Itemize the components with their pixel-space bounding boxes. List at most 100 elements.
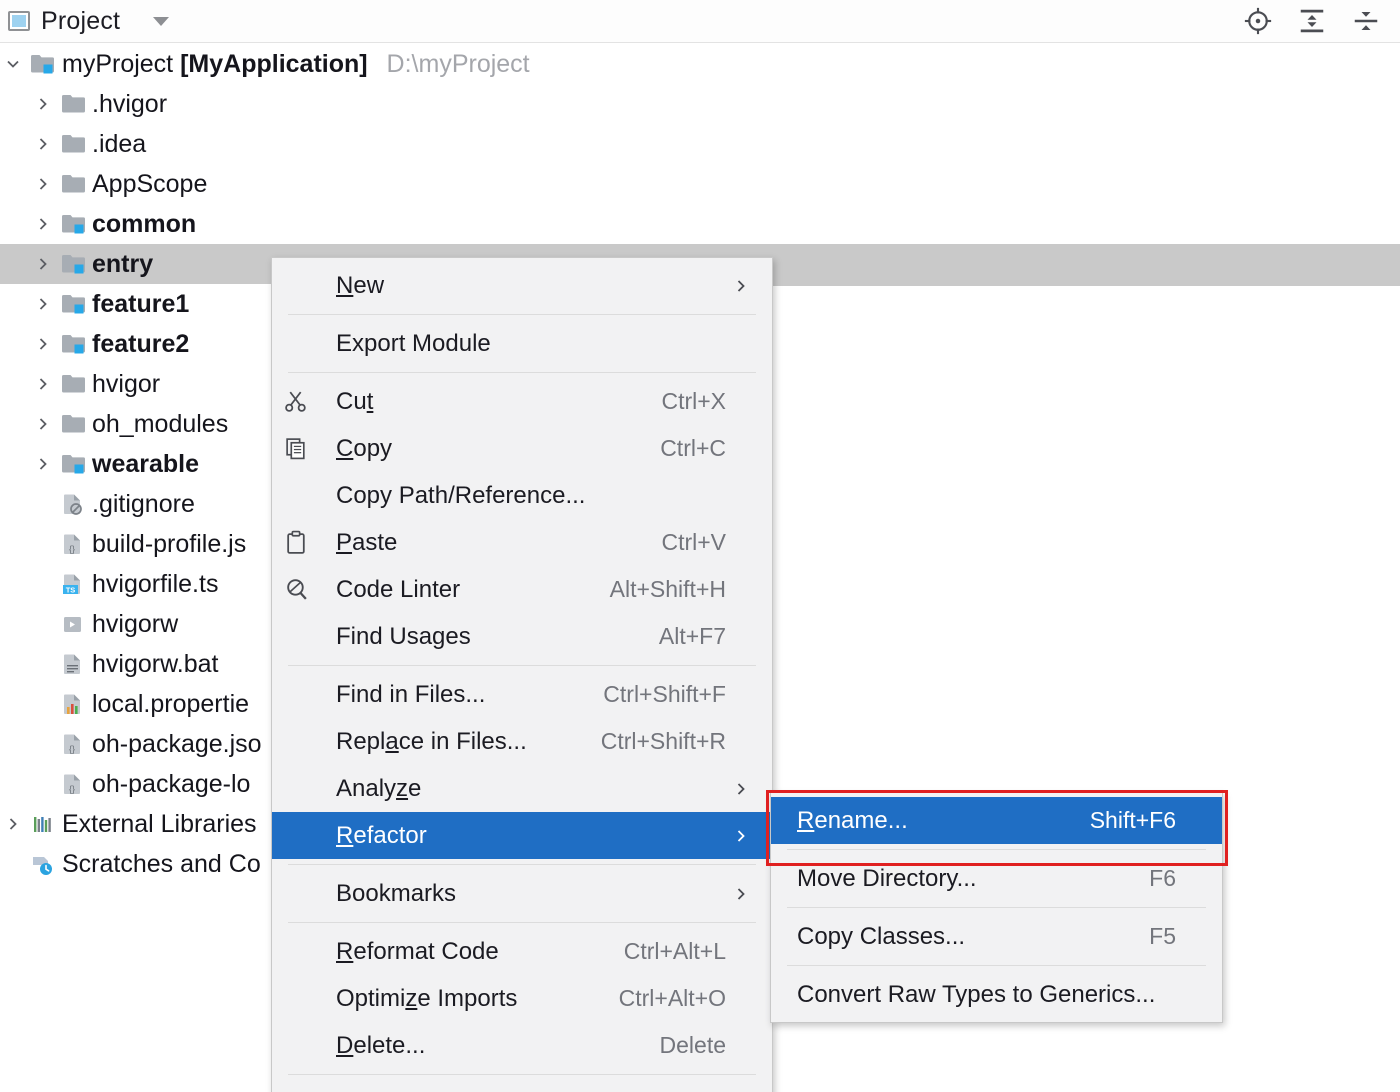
typescript-file-icon: TS xyxy=(56,573,90,596)
tree-root-label: myProject [MyApplication] D:\myProject xyxy=(60,50,530,79)
menu-item[interactable]: Reformat CodeCtrl+Alt+L xyxy=(272,928,772,975)
chevron-expanded-icon[interactable] xyxy=(0,56,26,72)
chevron-right-icon[interactable] xyxy=(30,376,56,392)
tree-row-root[interactable]: myProject [MyApplication] D:\myProject xyxy=(0,44,1400,84)
folder-icon xyxy=(56,373,90,396)
tree-item-label: hvigorfile.ts xyxy=(90,570,218,599)
tree-item-label: hvigorw xyxy=(90,610,178,639)
shell-script-file-icon xyxy=(56,613,90,636)
tree-row[interactable]: .idea xyxy=(0,124,1400,164)
chevron-right-icon[interactable] xyxy=(30,136,56,152)
tree-item-label: oh-package-lo xyxy=(90,770,250,799)
menu-item[interactable]: Convert Raw Types to Generics... xyxy=(771,971,1222,1018)
menu-separator xyxy=(787,965,1206,966)
module-folder-icon xyxy=(56,453,90,476)
menu-item[interactable]: Replace in Files...Ctrl+Shift+R xyxy=(272,718,772,765)
chevron-right-icon[interactable] xyxy=(30,296,56,312)
tree-row[interactable]: common xyxy=(0,204,1400,244)
menu-item[interactable]: Copy Classes...F5 xyxy=(771,913,1222,960)
chevron-right-icon[interactable] xyxy=(0,816,26,832)
menu-item-label: Delete... xyxy=(320,1032,634,1060)
menu-item[interactable]: Delete...Delete xyxy=(272,1022,772,1069)
chevron-right-icon[interactable] xyxy=(30,336,56,352)
menu-item[interactable]: PasteCtrl+V xyxy=(272,519,772,566)
paste-icon xyxy=(272,530,320,555)
expand-all-icon[interactable] xyxy=(1296,5,1328,37)
menu-separator xyxy=(288,864,756,865)
copy-icon xyxy=(272,436,320,461)
menu-item-label: Code Linter xyxy=(320,576,584,604)
tree-item-label: hvigor xyxy=(90,370,160,399)
tree-item-label: .gitignore xyxy=(90,490,195,519)
chevron-right-icon[interactable] xyxy=(30,456,56,472)
scratches-icon xyxy=(26,853,60,876)
menu-item-shortcut: Alt+Shift+H xyxy=(584,576,726,603)
menu-item-label: Find Usages xyxy=(320,623,633,651)
menu-item[interactable]: Move Directory...F6 xyxy=(771,855,1222,902)
menu-item[interactable]: Analyze xyxy=(272,765,772,812)
chevron-down-icon[interactable] xyxy=(153,17,169,26)
menu-item-label: Paste xyxy=(320,529,635,557)
module-folder-icon xyxy=(56,253,90,276)
submenu-arrow-icon xyxy=(726,828,756,844)
menu-item-label: Copy Path/Reference... xyxy=(320,482,726,510)
menu-item-label: Cut xyxy=(320,388,635,416)
tree-row[interactable]: AppScope xyxy=(0,164,1400,204)
tree-item-label: AppScope xyxy=(90,170,207,199)
menu-item-label: Bookmarks xyxy=(320,880,726,908)
menu-item-label: Copy xyxy=(320,435,634,463)
menu-item-shortcut: Alt+F7 xyxy=(633,623,726,650)
menu-item[interactable]: Refactor xyxy=(272,812,772,859)
tool-window-header: Project xyxy=(0,0,1400,43)
menu-item[interactable]: Find UsagesAlt+F7 xyxy=(272,613,772,660)
chevron-right-icon[interactable] xyxy=(30,416,56,432)
menu-item-label: Convert Raw Types to Generics... xyxy=(771,981,1176,1009)
collapse-all-icon[interactable] xyxy=(1350,5,1382,37)
menu-item[interactable]: New xyxy=(272,262,772,309)
tree-item-label: Scratches and Co xyxy=(60,850,261,879)
text-file-icon xyxy=(56,653,90,676)
menu-item[interactable]: CopyCtrl+C xyxy=(272,425,772,472)
menu-item[interactable]: Open In xyxy=(272,1080,772,1092)
project-tool-window-title[interactable]: Project xyxy=(0,7,169,36)
menu-separator xyxy=(787,907,1206,908)
tool-window-title-label: Project xyxy=(41,7,120,36)
menu-separator xyxy=(288,372,756,373)
context-menu[interactable]: NewExport ModuleCutCtrl+XCopyCtrl+CCopy … xyxy=(271,257,773,1092)
select-opened-file-icon[interactable] xyxy=(1242,5,1274,37)
menu-item[interactable]: Export Module xyxy=(272,320,772,367)
chevron-right-icon[interactable] xyxy=(30,216,56,232)
tree-item-label: oh_modules xyxy=(90,410,228,439)
ide-project-window: Project xyxy=(0,0,1400,1092)
svg-text:{}: {} xyxy=(69,784,75,794)
menu-item[interactable]: Copy Path/Reference... xyxy=(272,472,772,519)
tree-item-label: feature2 xyxy=(90,330,189,359)
menu-item[interactable]: Optimize ImportsCtrl+Alt+O xyxy=(272,975,772,1022)
folder-icon xyxy=(56,133,90,156)
chevron-right-icon[interactable] xyxy=(30,176,56,192)
folder-icon xyxy=(56,93,90,116)
menu-item-shortcut: Shift+F6 xyxy=(1064,807,1176,834)
menu-item-shortcut: Ctrl+C xyxy=(634,435,726,462)
menu-item[interactable]: Code LinterAlt+Shift+H xyxy=(272,566,772,613)
menu-item[interactable]: Rename...Shift+F6 xyxy=(771,797,1222,844)
menu-item-label: Copy Classes... xyxy=(771,923,1123,951)
menu-item-label: Rename... xyxy=(771,807,1064,835)
root-project-path: D:\myProject xyxy=(375,50,530,78)
external-libraries-icon xyxy=(26,813,60,836)
menu-item-shortcut: Ctrl+Shift+R xyxy=(575,728,726,755)
root-project-name: myProject xyxy=(62,50,173,78)
tree-row[interactable]: .hvigor xyxy=(0,84,1400,124)
menu-item[interactable]: Find in Files...Ctrl+Shift+F xyxy=(272,671,772,718)
chevron-right-icon[interactable] xyxy=(30,256,56,272)
refactor-submenu[interactable]: Rename...Shift+F6 Move Directory...F6 Copy… xyxy=(770,792,1223,1023)
menu-item-label: Analyze xyxy=(320,775,726,803)
menu-item-shortcut: Ctrl+Alt+O xyxy=(593,985,726,1012)
menu-item[interactable]: CutCtrl+X xyxy=(272,378,772,425)
menu-item-shortcut: Delete xyxy=(634,1032,726,1059)
submenu-arrow-icon xyxy=(726,781,756,797)
menu-item-shortcut: F5 xyxy=(1123,923,1176,950)
menu-item[interactable]: Bookmarks xyxy=(272,870,772,917)
chevron-right-icon[interactable] xyxy=(30,96,56,112)
menu-separator xyxy=(288,314,756,315)
